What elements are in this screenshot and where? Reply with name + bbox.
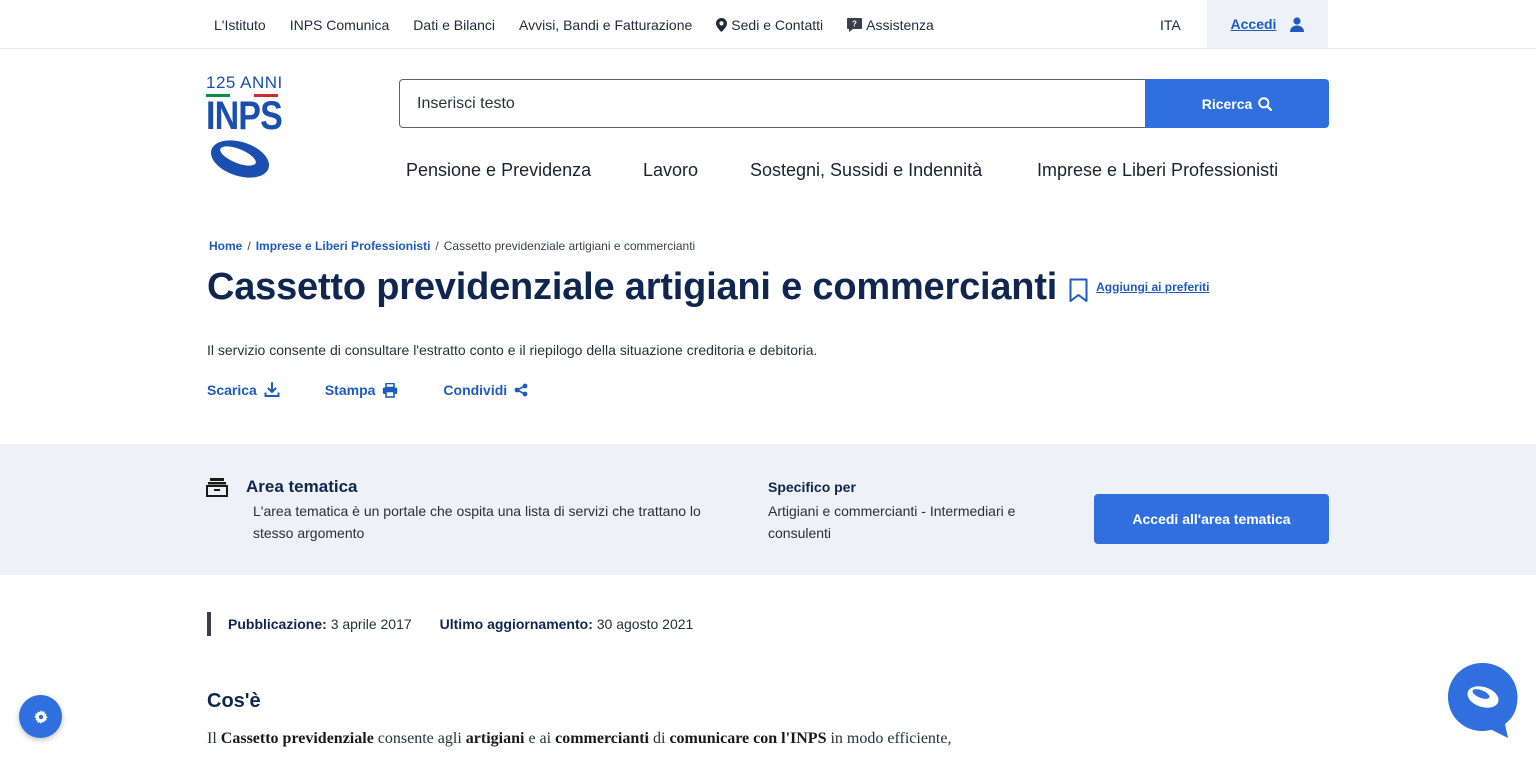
login-label: Accedi [1230,16,1277,32]
breadcrumb: Home / Imprese e Liberi Professionisti / Cas… [209,239,695,253]
folder-drawer-icon [206,478,228,497]
breadcrumb-section[interactable]: Imprese e Liberi Professionisti [256,239,431,253]
publication-meta: Pubblicazione: 3 aprile 2017 Ultimo aggi… [207,612,693,636]
body-bold-part: artigiani [465,730,525,747]
section-body: Il Cassetto previdenziale consente agli … [207,728,1037,750]
section-title: Cos'è [207,690,261,712]
bookmark-icon[interactable] [1069,278,1088,303]
inps-logo[interactable]: 125 ANNI INPS [206,74,284,190]
top-nav-avvisi-bandi[interactable]: Avvisi, Bandi e Fatturazione [519,17,692,33]
download-label: Scarica [207,382,257,398]
top-nav-dati-bilanci[interactable]: Dati e Bilanci [413,17,495,33]
top-nav-label: Avvisi, Bandi e Fatturazione [519,16,693,33]
breadcrumb-home[interactable]: Home [209,239,242,253]
body-text-part: di [648,730,670,747]
print-button[interactable]: Stampa [325,382,399,398]
user-icon [1290,16,1305,32]
share-label: Condividi [443,382,508,398]
main-nav-lavoro[interactable]: Lavoro [643,160,698,181]
map-pin-icon [716,17,728,32]
print-label: Stampa [324,382,376,398]
language-selector[interactable]: ITA [1160,0,1181,49]
search-button-label: Ricerca [1201,95,1253,112]
area-tematica-title: Area tematica [246,477,358,496]
body-text-part: consente agli [373,730,466,747]
top-nav-assistenza[interactable]: ? Assistenza [847,17,934,33]
logo-swoosh-icon [210,140,270,178]
body-bold-part: comunicare con l'INPS [669,730,827,747]
gear-icon [33,709,48,724]
specific-for-value: Artigiani e commercianti - Intermediari … [768,503,1016,541]
search-icon [1258,96,1273,111]
area-tematica-description: L'area tematica è un portale che ospita … [253,503,701,541]
logo-anni-text: 125 ANNI [206,73,283,92]
search-button[interactable]: Ricerca [1145,79,1329,128]
top-nav-label: Assistenza [866,16,934,33]
share-icon [514,383,528,397]
top-nav-sedi-contatti[interactable]: Sedi e Contatti [716,17,823,33]
published-value: 3 aprile 2017 [330,616,412,632]
top-nav-label: INPS Comunica [289,16,390,33]
top-nav-label: Sedi e Contatti [731,16,824,33]
download-button[interactable]: Scarica [207,382,280,398]
top-utility-bar: L'Istituto INPS Comunica Dati e Bilanci … [0,0,1536,49]
top-nav-label: Dati e Bilanci [413,16,495,33]
download-icon [264,382,280,397]
updated-label: Ultimo aggiornamento: [439,616,593,632]
search-input[interactable] [399,79,1146,128]
body-text-part: Il [207,730,221,747]
breadcrumb-current: Cassetto previdenziale artigiani e comme… [443,239,696,253]
body-text-part: in modo efficiente, [826,730,952,747]
accessibility-settings-button[interactable] [19,695,62,738]
updated-value: 30 agosto 2021 [596,616,694,632]
title-row: Cassetto previdenziale artigiani e comme… [207,266,1209,309]
specific-for-title: Specifico per [768,479,856,495]
top-nav: L'Istituto INPS Comunica Dati e Bilanci … [214,0,934,49]
share-button[interactable]: Condividi [443,382,528,398]
published-label: Pubblicazione: [228,616,327,632]
meta-accent-bar [207,612,211,636]
top-nav-inps-comunica[interactable]: INPS Comunica [290,17,390,33]
page-description: Il servizio consente di consultare l'est… [207,342,818,358]
main-nav-imprese[interactable]: Imprese e Liberi Professionisti [1037,160,1278,181]
add-to-favorites-link[interactable]: Aggiungi ai preferiti [1096,280,1209,294]
logo-brand-text: INPS [206,94,283,138]
top-nav-istituto[interactable]: L'Istituto [214,17,266,33]
print-icon [383,382,398,398]
language-label: ITA [1160,16,1181,33]
chat-assistant-button[interactable] [1446,661,1519,739]
body-bold-part: commercianti [555,730,649,747]
breadcrumb-separator: / [435,239,439,253]
page-title: Cassetto previdenziale artigiani e comme… [207,266,1058,308]
help-chat-icon: ? [847,17,863,32]
main-nav-pensione[interactable]: Pensione e Previdenza [406,160,591,181]
top-nav-label: L'Istituto [214,16,266,33]
login-button[interactable]: Accedi [1207,0,1328,48]
main-nav-sostegni[interactable]: Sostegni, Sussidi e Indennità [750,160,982,181]
breadcrumb-separator: / [247,239,251,253]
access-area-button[interactable]: Accedi all'area tematica [1094,494,1329,544]
page-actions: Scarica Stampa Condividi [207,382,573,398]
svg-text:?: ? [852,19,857,28]
body-bold-part: Cassetto previdenziale [220,730,374,747]
body-text-part: e ai [524,730,556,747]
